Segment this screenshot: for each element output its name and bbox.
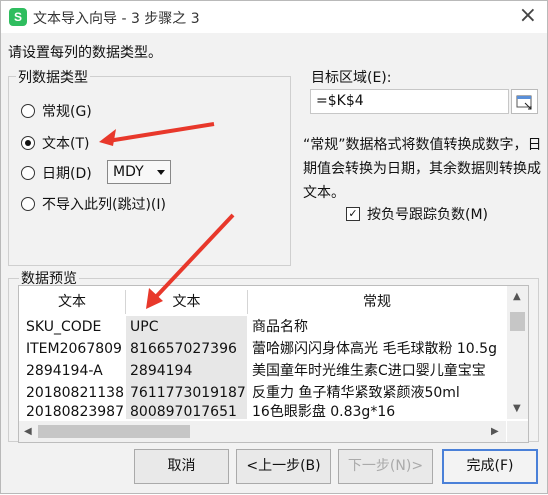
table-cell: 20180821138 (26, 385, 124, 401)
radio-skip-column[interactable]: 不导入此列(跳过)(I) (21, 194, 166, 214)
table-cell: 7611773019187 (130, 385, 246, 401)
range-picker-icon (516, 95, 532, 110)
format-description: “常规”数据格式将数值转换成数字，日期值会转换为日期，其余数据则转换成文本。 (303, 137, 542, 201)
range-select-button[interactable] (511, 89, 538, 114)
text-import-wizard-window: S 文本导入向导 - 3 步骤之 3 × 请设置每列的数据类型。 列数据类型 常… (0, 0, 548, 494)
horizontal-scrollbar[interactable]: ◀ ▶ (19, 421, 506, 442)
table-cell: 16色眼影盘 0.83g*16 (252, 404, 396, 419)
data-preview-table[interactable]: 文本 文本 常规 SKU_CODE UPC 商品名称 ITEM2067809 8… (18, 285, 529, 443)
column-header[interactable]: 常规 (248, 290, 506, 314)
scroll-up-icon[interactable]: ▲ (513, 291, 521, 302)
table-cell: 蕾哈娜闪闪身体高光 毛毛球散粉 10.5g (252, 341, 497, 357)
table-cell: 2894194-A (26, 363, 103, 379)
radio-button[interactable] (21, 104, 35, 118)
table-cell: 20180823987 (26, 404, 124, 419)
table-cell: UPC (130, 319, 159, 335)
column-header[interactable]: 文本 (19, 290, 126, 314)
scroll-left-icon[interactable]: ◀ (24, 426, 32, 437)
radio-text[interactable]: 文本(T) (21, 133, 89, 153)
horizontal-scroll-thumb[interactable] (38, 425, 190, 438)
vertical-scroll-thumb[interactable] (510, 312, 525, 331)
table-cell: SKU_CODE (26, 319, 102, 335)
table-cell: 美国童年时光维生素C进口婴儿童宝宝 (252, 363, 486, 379)
close-icon[interactable]: × (519, 4, 537, 28)
radio-button[interactable] (21, 197, 35, 211)
back-button[interactable]: <上一步(B) (236, 449, 331, 484)
negative-checkbox[interactable]: ✓ 按负号跟踪负数(M) (346, 204, 488, 224)
radio-button[interactable] (21, 166, 35, 180)
radio-general[interactable]: 常规(G) (21, 101, 92, 121)
chevron-down-icon (157, 170, 165, 175)
table-cell: 商品名称 (252, 319, 308, 335)
next-button[interactable]: 下一步(N)> (338, 449, 433, 484)
table-cell: 816657027396 (130, 341, 237, 357)
column-header-selected[interactable]: 文本 (126, 290, 248, 314)
table-cell: 800897017651 (130, 404, 237, 419)
checkbox-checked-icon[interactable]: ✓ (346, 207, 360, 221)
table-cell: 反重力 鱼子精华紧致紧颜液50ml (252, 385, 460, 401)
scrollbar-corner (507, 421, 528, 442)
destination-input[interactable]: =$K$4 (310, 89, 509, 114)
title-bar: S 文本导入向导 - 3 步骤之 3 × (1, 1, 547, 33)
window-title: 文本导入向导 - 3 步骤之 3 (33, 11, 200, 27)
spreadsheet-app-icon: S (9, 8, 27, 26)
cancel-button[interactable]: 取消 (134, 449, 229, 484)
radio-date[interactable]: 日期(D) (21, 163, 92, 183)
finish-button[interactable]: 完成(F) (442, 449, 538, 484)
radio-button-selected[interactable] (21, 136, 35, 150)
destination-label: 目标区域(E): (311, 70, 392, 86)
column-type-heading: 列数据类型 (16, 67, 90, 87)
scroll-down-icon[interactable]: ▼ (513, 403, 521, 414)
vertical-scrollbar[interactable]: ▲ ▼ (507, 286, 528, 419)
table-cell: ITEM2067809 (26, 341, 122, 357)
date-format-select[interactable]: MDY (107, 160, 171, 184)
table-cell: 2894194 (130, 363, 193, 379)
instruction-text: 请设置每列的数据类型。 (8, 45, 162, 61)
scroll-right-icon[interactable]: ▶ (491, 426, 499, 437)
